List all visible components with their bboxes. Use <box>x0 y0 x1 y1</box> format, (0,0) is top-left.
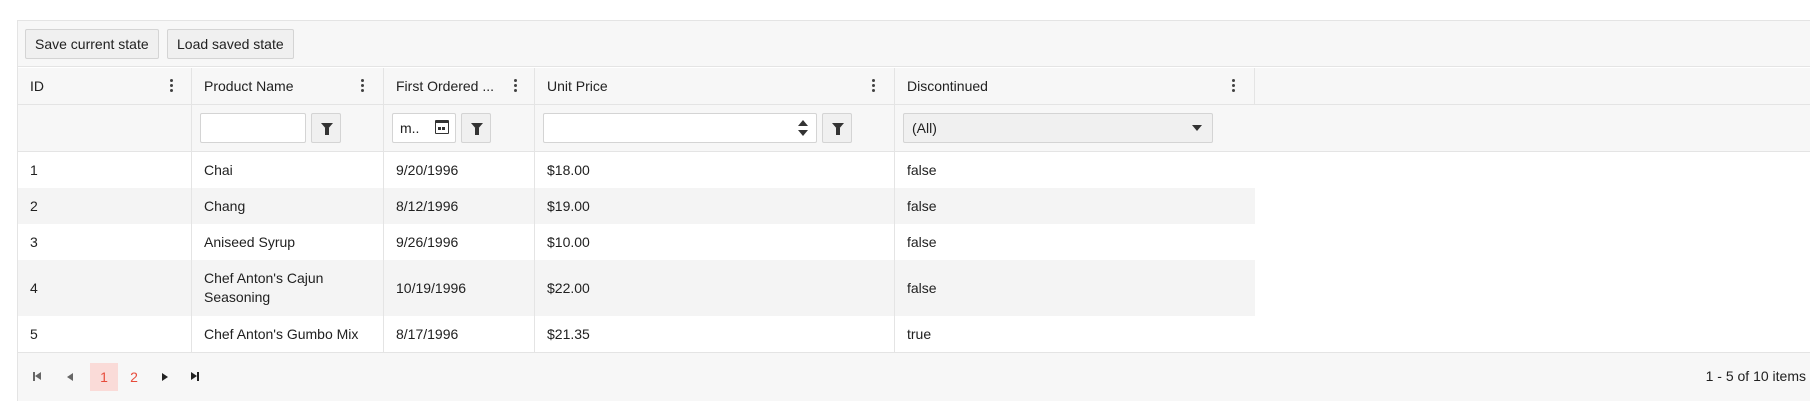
cell-id: 4 <box>18 260 192 316</box>
kebab-menu-icon[interactable] <box>355 77 371 95</box>
first-page-icon[interactable] <box>24 363 52 391</box>
filter-cell-first-ordered: m.. <box>384 105 535 151</box>
kebab-menu-icon[interactable] <box>1226 77 1242 95</box>
kebab-menu-icon[interactable] <box>164 77 180 95</box>
column-header-first-ordered[interactable]: First Ordered ... <box>384 68 535 104</box>
cell-product-name: Chef Anton's Cajun Seasoning <box>192 260 384 316</box>
data-grid: Save current state Load saved state ID P… <box>17 20 1810 401</box>
discontinued-filter-value: (All) <box>912 120 937 136</box>
cell-first-ordered: 9/20/1996 <box>384 152 535 188</box>
filter-cell-discontinued: (All) <box>895 105 1810 151</box>
table-row[interactable]: 5 Chef Anton's Gumbo Mix 8/17/1996 $21.3… <box>18 316 1810 352</box>
table-row[interactable]: 1 Chai 9/20/1996 $18.00 false <box>18 152 1810 188</box>
next-page-icon[interactable] <box>151 363 179 391</box>
cell-discontinued: false <box>895 188 1255 224</box>
calendar-icon[interactable] <box>435 120 449 134</box>
filter-cell-id <box>18 105 192 151</box>
load-state-button[interactable]: Load saved state <box>167 29 294 59</box>
filter-button[interactable] <box>311 113 341 143</box>
cell-discontinued: false <box>895 224 1810 260</box>
cell-product-name: Aniseed Syrup <box>192 224 384 260</box>
cell-product-name: Chef Anton's Gumbo Mix <box>192 316 384 352</box>
filter-button[interactable] <box>461 113 491 143</box>
date-filter-picker[interactable]: m.. <box>392 113 456 143</box>
cell-unit-price: $18.00 <box>535 152 895 188</box>
cell-unit-price: $22.00 <box>535 260 895 316</box>
cell-id: 5 <box>18 316 192 352</box>
previous-page-icon[interactable] <box>56 363 84 391</box>
cell-first-ordered: 8/12/1996 <box>384 188 535 224</box>
grid-toolbar: Save current state Load saved state <box>18 21 1810 67</box>
column-title: Discontinued <box>907 78 988 94</box>
save-state-button[interactable]: Save current state <box>25 29 159 59</box>
cell-product-name: Chai <box>192 152 384 188</box>
grid-filter-row: m.. (All) <box>18 105 1810 152</box>
unit-price-filter-input[interactable] <box>543 113 817 143</box>
cell-unit-price: $19.00 <box>535 188 895 224</box>
product-name-filter-input[interactable] <box>200 113 306 143</box>
cell-first-ordered: 9/26/1996 <box>384 224 535 260</box>
page-button-2[interactable]: 2 <box>120 363 148 391</box>
column-header-discontinued[interactable]: Discontinued <box>895 68 1255 104</box>
pager-info: 1 - 5 of 10 items <box>1705 368 1806 384</box>
dropdown-arrow-icon <box>1192 125 1202 131</box>
filter-cell-unit-price <box>535 105 895 151</box>
table-row[interactable]: 3 Aniseed Syrup 9/26/1996 $10.00 false <box>18 224 1810 260</box>
filter-cell-product-name <box>192 105 384 151</box>
cell-id: 1 <box>18 152 192 188</box>
column-header-unit-price[interactable]: Unit Price <box>535 68 895 104</box>
kebab-menu-icon[interactable] <box>866 77 882 95</box>
filter-button[interactable] <box>822 113 852 143</box>
cell-id: 2 <box>18 188 192 224</box>
column-title: Unit Price <box>547 78 608 94</box>
last-page-icon[interactable] <box>181 363 209 391</box>
cell-product-name: Chang <box>192 188 384 224</box>
cell-id: 3 <box>18 224 192 260</box>
cell-unit-price: $10.00 <box>535 224 895 260</box>
column-title: ID <box>30 78 44 94</box>
spinner-arrows-icon[interactable] <box>790 114 816 142</box>
cell-discontinued: true <box>895 316 1810 352</box>
date-filter-value: m.. <box>400 120 420 136</box>
column-title: First Ordered ... <box>396 78 495 94</box>
cell-unit-price: $21.35 <box>535 316 895 352</box>
kebab-menu-icon[interactable] <box>508 77 524 95</box>
table-row[interactable]: 2 Chang 8/12/1996 $19.00 false <box>18 188 1810 224</box>
column-header-id[interactable]: ID <box>18 68 192 104</box>
grid-body: 1 Chai 9/20/1996 $18.00 false 2 Chang 8/… <box>18 152 1810 352</box>
grid-header: ID Product Name First Ordered ... Unit P… <box>18 68 1810 105</box>
discontinued-filter-dropdown[interactable]: (All) <box>903 113 1213 143</box>
cell-discontinued: false <box>895 260 1255 316</box>
cell-discontinued: false <box>895 152 1810 188</box>
column-header-product-name[interactable]: Product Name <box>192 68 384 104</box>
column-title: Product Name <box>204 78 294 94</box>
table-row[interactable]: 4 Chef Anton's Cajun Seasoning 10/19/199… <box>18 260 1810 316</box>
cell-first-ordered: 10/19/1996 <box>384 260 535 316</box>
grid-pager: 1 2 1 - 5 of 10 items <box>18 352 1810 401</box>
page-button-1[interactable]: 1 <box>90 363 118 391</box>
cell-first-ordered: 8/17/1996 <box>384 316 535 352</box>
